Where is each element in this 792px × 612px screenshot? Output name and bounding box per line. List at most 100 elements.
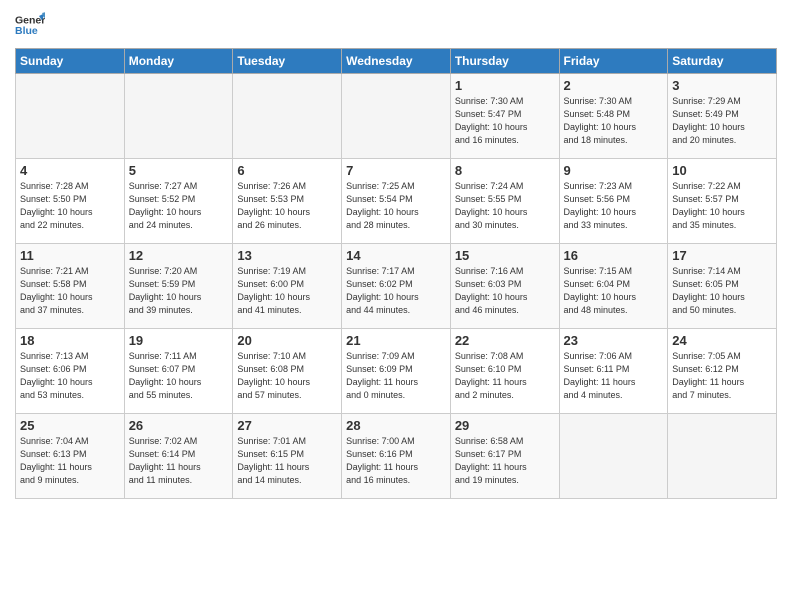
day-number: 16 — [564, 248, 664, 263]
calendar-cell: 28 Sunrise: 7:00 AM Sunset: 6:16 PM Dayli… — [342, 414, 451, 499]
day-info: Sunrise: 7:23 AM Sunset: 5:56 PM Dayligh… — [564, 180, 664, 232]
day-info: Sunrise: 7:08 AM Sunset: 6:10 PM Dayligh… — [455, 350, 555, 402]
calendar-cell: 24Sunrise: 7:05 AM Sunset: 6:12 PM Dayli… — [668, 329, 777, 414]
calendar-cell — [668, 414, 777, 499]
weekday-header: Sunday — [16, 49, 125, 74]
calendar-cell: 19Sunrise: 7:11 AM Sunset: 6:07 PM Dayli… — [124, 329, 233, 414]
logo: General Blue — [15, 10, 49, 40]
calendar-cell: 25 Sunrise: 7:04 AM Sunset: 6:13 PM Dayli… — [16, 414, 125, 499]
day-info: Sunrise: 7:15 AM Sunset: 6:04 PM Dayligh… — [564, 265, 664, 317]
day-info: Sunrise: 7:13 AM Sunset: 6:06 PM Dayligh… — [20, 350, 120, 402]
calendar-cell: 18 Sunrise: 7:13 AM Sunset: 6:06 PM Dayli… — [16, 329, 125, 414]
day-number: 6 — [237, 163, 337, 178]
day-number: 7 — [346, 163, 446, 178]
day-number: 19 — [129, 333, 229, 348]
calendar-cell — [342, 74, 451, 159]
day-info: Sunrise: 7:04 AM Sunset: 6:13 PM Dayligh… — [20, 435, 120, 487]
day-info: Sunrise: 7:22 AM Sunset: 5:57 PM Dayligh… — [672, 180, 772, 232]
calendar-table: SundayMondayTuesdayWednesdayThursdayFrid… — [15, 48, 777, 499]
day-number: 1 — [455, 78, 555, 93]
calendar-cell — [559, 414, 668, 499]
calendar-cell: 10 Sunrise: 7:22 AM Sunset: 5:57 PM Dayli… — [668, 159, 777, 244]
day-number: 13 — [237, 248, 337, 263]
day-info: Sunrise: 7:20 AM Sunset: 5:59 PM Dayligh… — [129, 265, 229, 317]
calendar-cell — [16, 74, 125, 159]
day-info: Sunrise: 7:26 AM Sunset: 5:53 PM Dayligh… — [237, 180, 337, 232]
calendar-cell: 22 Sunrise: 7:08 AM Sunset: 6:10 PM Dayli… — [450, 329, 559, 414]
calendar-cell: 9 Sunrise: 7:23 AM Sunset: 5:56 PM Daylig… — [559, 159, 668, 244]
day-number: 23 — [564, 333, 664, 348]
calendar-cell: 11Sunrise: 7:21 AM Sunset: 5:58 PM Dayli… — [16, 244, 125, 329]
day-info: Sunrise: 7:00 AM Sunset: 6:16 PM Dayligh… — [346, 435, 446, 487]
day-info: Sunrise: 7:02 AM Sunset: 6:14 PM Dayligh… — [129, 435, 229, 487]
calendar-cell: 20 Sunrise: 7:10 AM Sunset: 6:08 PM Dayli… — [233, 329, 342, 414]
calendar-cell: 2Sunrise: 7:30 AM Sunset: 5:48 PM Daylig… — [559, 74, 668, 159]
calendar-week-row: 25 Sunrise: 7:04 AM Sunset: 6:13 PM Dayli… — [16, 414, 777, 499]
day-number: 28 — [346, 418, 446, 433]
calendar-cell: 27 Sunrise: 7:01 AM Sunset: 6:15 PM Dayli… — [233, 414, 342, 499]
calendar-cell: 12 Sunrise: 7:20 AM Sunset: 5:59 PM Dayli… — [124, 244, 233, 329]
svg-text:Blue: Blue — [15, 25, 38, 37]
weekday-header: Wednesday — [342, 49, 451, 74]
day-number: 26 — [129, 418, 229, 433]
day-info: Sunrise: 7:17 AM Sunset: 6:02 PM Dayligh… — [346, 265, 446, 317]
calendar-cell: 8 Sunrise: 7:24 AM Sunset: 5:55 PM Daylig… — [450, 159, 559, 244]
day-number: 29 — [455, 418, 555, 433]
calendar-cell: 3 Sunrise: 7:29 AM Sunset: 5:49 PM Daylig… — [668, 74, 777, 159]
day-number: 5 — [129, 163, 229, 178]
calendar-cell: 29Sunrise: 6:58 AM Sunset: 6:17 PM Dayli… — [450, 414, 559, 499]
calendar-cell: 26 Sunrise: 7:02 AM Sunset: 6:14 PM Dayli… — [124, 414, 233, 499]
calendar-cell: 17 Sunrise: 7:14 AM Sunset: 6:05 PM Dayli… — [668, 244, 777, 329]
day-info: Sunrise: 7:30 AM Sunset: 5:47 PM Dayligh… — [455, 95, 555, 147]
weekday-header: Monday — [124, 49, 233, 74]
calendar-body: 1 Sunrise: 7:30 AM Sunset: 5:47 PM Daylig… — [16, 74, 777, 499]
calendar-cell — [124, 74, 233, 159]
calendar-week-row: 4 Sunrise: 7:28 AM Sunset: 5:50 PM Daylig… — [16, 159, 777, 244]
calendar-week-row: 11Sunrise: 7:21 AM Sunset: 5:58 PM Dayli… — [16, 244, 777, 329]
weekday-header: Tuesday — [233, 49, 342, 74]
calendar-cell: 6 Sunrise: 7:26 AM Sunset: 5:53 PM Daylig… — [233, 159, 342, 244]
day-info: Sunrise: 7:21 AM Sunset: 5:58 PM Dayligh… — [20, 265, 120, 317]
day-number: 12 — [129, 248, 229, 263]
day-info: Sunrise: 7:28 AM Sunset: 5:50 PM Dayligh… — [20, 180, 120, 232]
day-info: Sunrise: 7:16 AM Sunset: 6:03 PM Dayligh… — [455, 265, 555, 317]
day-info: Sunrise: 7:10 AM Sunset: 6:08 PM Dayligh… — [237, 350, 337, 402]
calendar-cell: 15 Sunrise: 7:16 AM Sunset: 6:03 PM Dayli… — [450, 244, 559, 329]
day-info: Sunrise: 7:29 AM Sunset: 5:49 PM Dayligh… — [672, 95, 772, 147]
day-info: Sunrise: 7:30 AM Sunset: 5:48 PM Dayligh… — [564, 95, 664, 147]
page-container: General Blue SundayMondayTuesdayWednesda… — [0, 0, 792, 509]
calendar-cell — [233, 74, 342, 159]
day-number: 20 — [237, 333, 337, 348]
day-number: 15 — [455, 248, 555, 263]
weekday-header: Saturday — [668, 49, 777, 74]
day-number: 8 — [455, 163, 555, 178]
day-number: 3 — [672, 78, 772, 93]
day-info: Sunrise: 7:06 AM Sunset: 6:11 PM Dayligh… — [564, 350, 664, 402]
day-info: Sunrise: 7:27 AM Sunset: 5:52 PM Dayligh… — [129, 180, 229, 232]
day-number: 18 — [20, 333, 120, 348]
day-info: Sunrise: 7:14 AM Sunset: 6:05 PM Dayligh… — [672, 265, 772, 317]
weekday-header: Friday — [559, 49, 668, 74]
header: General Blue — [15, 10, 777, 40]
day-number: 25 — [20, 418, 120, 433]
day-number: 27 — [237, 418, 337, 433]
day-number: 4 — [20, 163, 120, 178]
day-number: 22 — [455, 333, 555, 348]
calendar-cell: 4 Sunrise: 7:28 AM Sunset: 5:50 PM Daylig… — [16, 159, 125, 244]
day-number: 10 — [672, 163, 772, 178]
calendar-cell: 5 Sunrise: 7:27 AM Sunset: 5:52 PM Daylig… — [124, 159, 233, 244]
day-info: Sunrise: 7:01 AM Sunset: 6:15 PM Dayligh… — [237, 435, 337, 487]
day-info: Sunrise: 7:19 AM Sunset: 6:00 PM Dayligh… — [237, 265, 337, 317]
calendar-header: SundayMondayTuesdayWednesdayThursdayFrid… — [16, 49, 777, 74]
day-number: 21 — [346, 333, 446, 348]
logo-icon: General Blue — [15, 10, 45, 40]
calendar-cell: 21Sunrise: 7:09 AM Sunset: 6:09 PM Dayli… — [342, 329, 451, 414]
calendar-week-row: 1 Sunrise: 7:30 AM Sunset: 5:47 PM Daylig… — [16, 74, 777, 159]
day-info: Sunrise: 7:05 AM Sunset: 6:12 PM Dayligh… — [672, 350, 772, 402]
day-info: Sunrise: 7:24 AM Sunset: 5:55 PM Dayligh… — [455, 180, 555, 232]
day-info: Sunrise: 7:25 AM Sunset: 5:54 PM Dayligh… — [346, 180, 446, 232]
calendar-cell: 14Sunrise: 7:17 AM Sunset: 6:02 PM Dayli… — [342, 244, 451, 329]
day-number: 9 — [564, 163, 664, 178]
calendar-cell: 23 Sunrise: 7:06 AM Sunset: 6:11 PM Dayli… — [559, 329, 668, 414]
day-number: 17 — [672, 248, 772, 263]
